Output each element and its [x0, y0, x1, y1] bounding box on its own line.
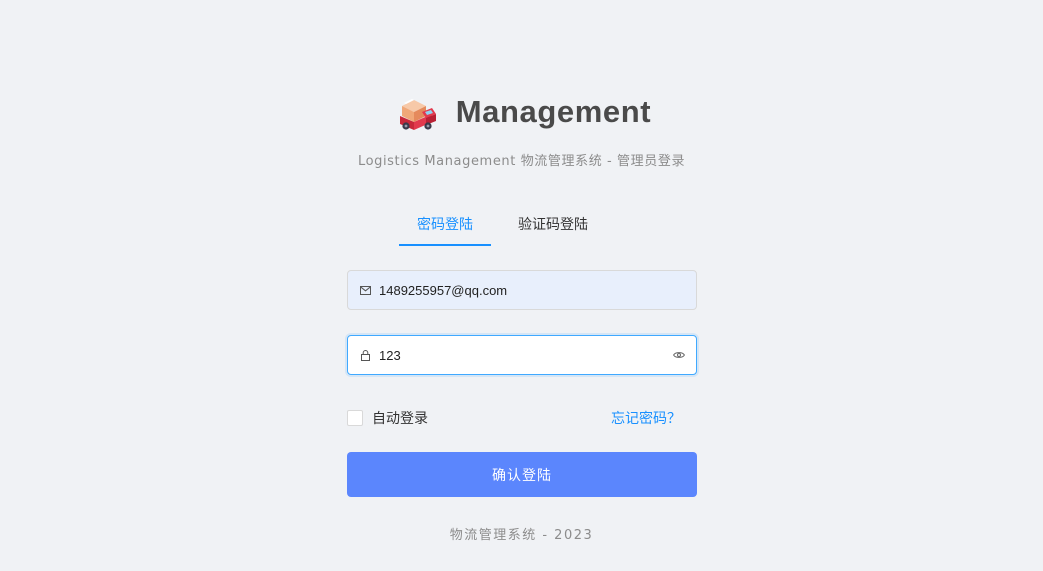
mail-icon: [359, 284, 371, 296]
login-page: Management Logistics Management 物流管理系统 -…: [0, 0, 1043, 571]
tab-password-login[interactable]: 密码登陆: [399, 208, 491, 246]
forgot-password-link[interactable]: 忘记密码？: [611, 408, 681, 428]
password-field[interactable]: [347, 335, 697, 375]
page-footer: 物流管理系统 - 2023: [449, 528, 594, 543]
remember-label: 自动登录: [372, 411, 428, 427]
remember-me[interactable]: 自动登录: [347, 408, 428, 428]
truck-logo-icon: [399, 99, 436, 130]
tab-code-login[interactable]: 验证码登陆: [507, 208, 599, 244]
login-tabs: 密码登陆 验证码登陆: [399, 208, 599, 246]
page-subtitle: Logistics Management 物流管理系统 - 管理员登录: [357, 154, 686, 169]
password-input[interactable]: [379, 337, 672, 373]
lock-icon: [359, 349, 371, 361]
brand-header: Management: [0, 85, 1043, 139]
login-options: 自动登录 忘记密码？: [347, 406, 697, 428]
email-field[interactable]: [347, 270, 697, 310]
login-submit-button[interactable]: 确认登陆: [347, 452, 697, 497]
eye-icon[interactable]: [672, 348, 686, 362]
brand-title: Management: [455, 94, 652, 129]
email-input[interactable]: [379, 272, 696, 308]
remember-checkbox[interactable]: [347, 410, 363, 426]
